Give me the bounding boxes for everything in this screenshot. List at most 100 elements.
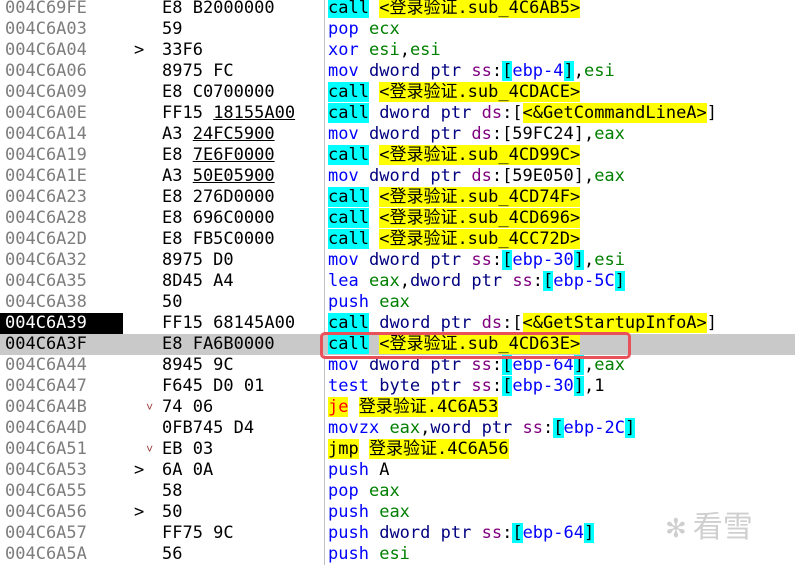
operand-token: <&GetCommandLineA> — [522, 103, 707, 123]
mnemonic-token: test — [328, 376, 369, 396]
address-cell[interactable]: 004C69FE — [0, 0, 123, 19]
byte-segment: 50E05900 — [192, 166, 275, 186]
byte-segment: F645 D0 01 — [162, 376, 265, 396]
operand-token: eax — [368, 481, 400, 501]
address-cell[interactable]: 004C6A03 — [0, 19, 123, 40]
disasm-row[interactable]: 004C6A06 8975 FC mov dword ptr ss:[ebp-4],… — [0, 61, 795, 82]
operand-token — [359, 271, 369, 291]
disasm-row[interactable]: 004C6A51 ˅ EB 03 jmp 登录验证.4C6A56 — [0, 439, 795, 460]
byte-segment: 8975 FC — [162, 61, 234, 81]
mnemonic-token: mov — [328, 250, 359, 270]
disasm-row[interactable]: 004C6A32 8975 D0 mov dword ptr ss:[ebp-30]… — [0, 250, 795, 271]
address-cell[interactable]: 004C6A0E — [0, 103, 123, 124]
operand-token: :[ — [502, 313, 523, 333]
operand-token: ] — [624, 418, 636, 438]
address-cell[interactable]: 004C6A56 — [0, 502, 123, 523]
disasm-row[interactable]: 004C6A53 >6A 0A push A — [0, 460, 795, 481]
disasm-row[interactable]: 004C6A35 8D45 A4 lea eax,dword ptr ss:[ebp… — [0, 271, 795, 292]
snowflake-logo-icon: ✻ — [665, 514, 687, 544]
address-cell[interactable]: 004C6A47 — [0, 376, 123, 397]
address-cell[interactable]: 004C6A44 — [0, 355, 123, 376]
instruction-cell: test byte ptr ss:[ebp-30],1 — [328, 376, 604, 397]
byte-segment: 8945 9C — [162, 355, 234, 375]
address-cell[interactable]: 004C6A55 — [0, 481, 123, 502]
address-cell[interactable]: 004C6A28 — [0, 208, 123, 229]
operand-token: dword ptr — [409, 271, 503, 291]
operand-token — [461, 376, 471, 396]
operand-token: [ — [502, 61, 513, 81]
mnemonic-token: call — [328, 145, 369, 165]
address-cell[interactable]: 004C6A23 — [0, 187, 123, 208]
address-cell[interactable]: 004C6A14 — [0, 124, 123, 145]
operand-token — [369, 103, 379, 123]
address-cell[interactable]: 004C6A4B — [0, 397, 123, 418]
disasm-row[interactable]: 004C6A14 A3 24FC5900 mov dword ptr ds:[59F… — [0, 124, 795, 145]
disassembly-view[interactable]: 004C69FE E8 B2000000 call <登录验证.sub_4C6AB5… — [0, 0, 795, 565]
address-cell[interactable]: 004C6A2D — [0, 229, 123, 250]
highlight-box — [320, 332, 631, 359]
mnemonic-token: call — [328, 208, 369, 228]
operand-token — [359, 124, 369, 144]
disasm-row[interactable]: 004C6A4B ˅ 74 06 je 登录验证.4C6A53 — [0, 397, 795, 418]
operand-token: :[59FC24], — [491, 124, 595, 144]
instruction-cell: call dword ptr ds:[<&GetStartupInfoA>] — [328, 313, 717, 334]
address-cell[interactable]: 004C6A39 — [0, 313, 123, 334]
address-cell[interactable]: 004C6A1E — [0, 166, 123, 187]
bytes-cell: 74 06 — [162, 397, 213, 418]
mnemonic-token: push — [328, 544, 369, 564]
operand-token — [369, 502, 379, 522]
bytes-cell: A3 50E05900 — [162, 166, 275, 187]
byte-segment: 56 — [162, 544, 183, 564]
operand-token: <登录验证.sub_4CD99C> — [379, 145, 581, 165]
address-cell[interactable]: 004C6A5A — [0, 544, 123, 565]
disasm-row[interactable]: 004C6A23 E8 276D0000 call <登录验证.sub_4CD74F… — [0, 187, 795, 208]
operand-token: ss — [522, 418, 544, 438]
address-cell[interactable]: 004C6A19 — [0, 145, 123, 166]
address-cell[interactable]: 004C6A09 — [0, 82, 123, 103]
disasm-row[interactable]: 004C6A4D 0FB745 D4 movzx eax,word ptr ss:[… — [0, 418, 795, 439]
operand-token: dword ptr — [368, 61, 462, 81]
address-cell[interactable]: 004C6A51 — [0, 439, 123, 460]
disasm-row[interactable]: 004C6A2D E8 FB5C0000 call <登录验证.sub_4CC72D… — [0, 229, 795, 250]
disasm-row[interactable]: 004C6A0E FF15 18155A00 call dword ptr ds:[… — [0, 103, 795, 124]
bytes-cell: 58 — [162, 481, 182, 502]
operand-token: ebp-30 — [512, 250, 574, 270]
disasm-row[interactable]: 004C6A38 50 push eax — [0, 292, 795, 313]
address-cell[interactable]: 004C6A3F — [0, 334, 123, 355]
address-cell[interactable]: 004C6A4D — [0, 418, 123, 439]
bytes-cell: 8D45 A4 — [162, 271, 234, 292]
disasm-row[interactable]: 004C6A19 E8 7E6F0000 call <登录验证.sub_4CD99C… — [0, 145, 795, 166]
disasm-row[interactable]: 004C6A28 E8 696C0000 call <登录验证.sub_4CD696… — [0, 208, 795, 229]
address-cell[interactable]: 004C6A04 — [0, 40, 123, 61]
disasm-row[interactable]: 004C6A47 F645 D0 01 test byte ptr ss:[ebp-… — [0, 376, 795, 397]
address-cell[interactable]: 004C6A53 — [0, 460, 123, 481]
disasm-row[interactable]: 004C6A5A 56 push esi — [0, 544, 795, 565]
operand-token: : — [543, 418, 554, 438]
address-cell[interactable]: 004C6A32 — [0, 250, 123, 271]
operand-token: [ — [502, 376, 513, 396]
disasm-row[interactable]: 004C6A09 E8 C0700000 call <登录验证.sub_4CDACE… — [0, 82, 795, 103]
address-cell[interactable]: 004C6A35 — [0, 271, 123, 292]
mnemonic-token: call — [328, 82, 369, 102]
address-cell[interactable]: 004C6A06 — [0, 61, 123, 82]
instruction-cell: pop ecx — [328, 19, 400, 40]
operand-token — [369, 544, 379, 564]
disasm-row[interactable]: 004C6A39 FF15 68145A00 call dword ptr ds:[… — [0, 313, 795, 334]
disasm-row[interactable]: 004C6A55 58 pop eax — [0, 481, 795, 502]
operand-token — [461, 61, 471, 81]
operand-token: dword ptr — [368, 124, 462, 144]
bytes-cell: FF15 18155A00 — [162, 103, 295, 124]
disasm-row[interactable]: 004C69FE E8 B2000000 call <登录验证.sub_4C6AB5… — [0, 0, 795, 19]
operand-token: ] — [706, 103, 718, 123]
disasm-row[interactable]: 004C6A04 >33F6 xor esi,esi — [0, 40, 795, 61]
address-cell[interactable]: 004C6A38 — [0, 292, 123, 313]
operand-token: <登录验证.sub_4CDACE> — [379, 82, 581, 102]
disasm-row[interactable]: 004C6A03 59 pop ecx — [0, 19, 795, 40]
operand-token: ss — [471, 376, 492, 396]
address-cell[interactable]: 004C6A57 — [0, 523, 123, 544]
instruction-cell: push A — [328, 460, 389, 481]
disasm-row[interactable]: 004C6A1E A3 50E05900 mov dword ptr ds:[59E… — [0, 166, 795, 187]
instruction-cell: xor esi,esi — [328, 40, 441, 61]
instruction-cell: call <登录验证.sub_4CC72D> — [328, 229, 581, 250]
mnemonic-token: pop — [328, 481, 359, 501]
